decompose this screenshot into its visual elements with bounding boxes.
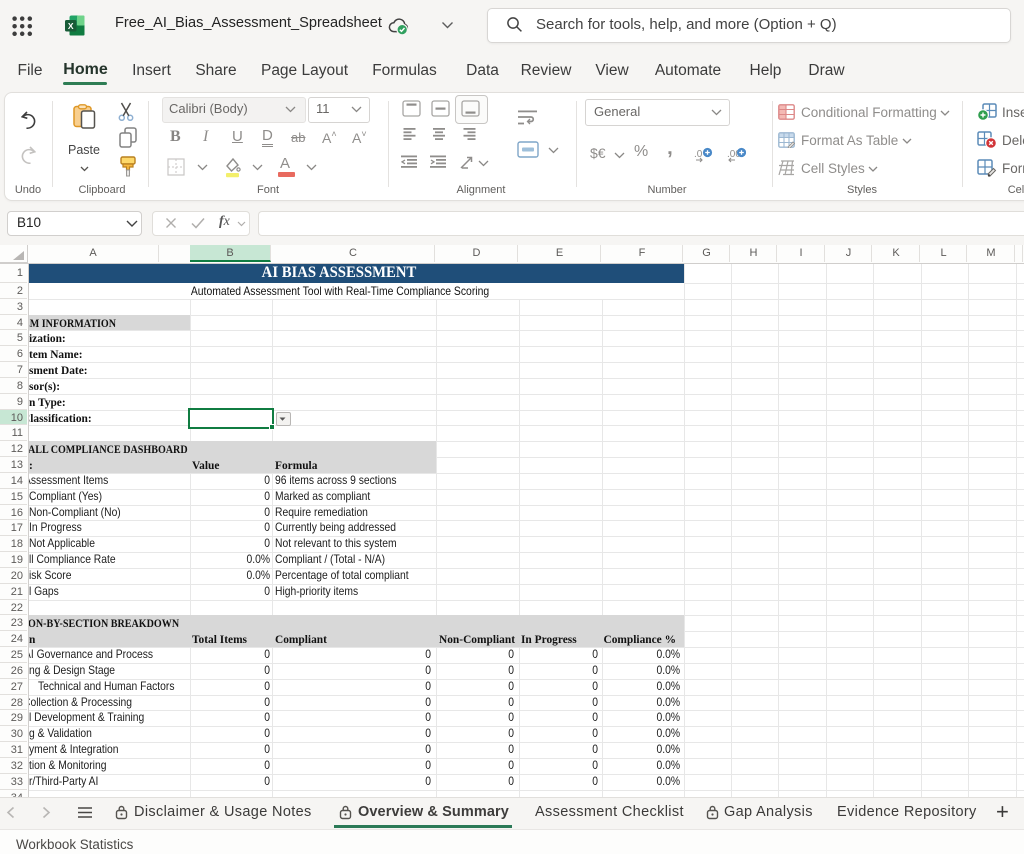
svg-text:X: X [68, 21, 74, 31]
svg-text:.0: .0 [694, 149, 703, 160]
